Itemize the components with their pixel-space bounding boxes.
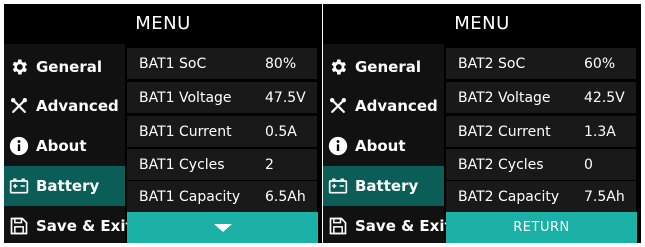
item-value: 80% xyxy=(265,55,297,72)
sidebar-item-label: Advanced xyxy=(36,97,119,115)
sidebar-item-label: Save & Exit xyxy=(355,217,452,235)
sidebar-item-label: Save & Exit xyxy=(36,217,133,235)
arrow-down-icon xyxy=(213,223,232,232)
tools-icon xyxy=(8,95,30,117)
menu-title: MENU xyxy=(135,13,191,34)
sidebar-item-advanced[interactable]: Advanced xyxy=(4,86,125,126)
sidebar-item-general[interactable]: General xyxy=(323,47,444,87)
sidebar-item-about[interactable]: About xyxy=(323,126,444,166)
sidebar-item-label: General xyxy=(36,58,102,76)
battery-icon xyxy=(8,175,30,197)
list-item[interactable]: BAT2 Cycles 0 xyxy=(446,149,636,180)
info-icon xyxy=(327,135,349,157)
item-value: 7.5Ah xyxy=(584,188,625,205)
list-item[interactable]: BAT2 SoC 60% xyxy=(446,48,636,79)
sidebar-item-label: Battery xyxy=(36,177,100,195)
sidebar-item-advanced[interactable]: Advanced xyxy=(323,86,444,126)
sidebar-item-label: About xyxy=(36,137,87,155)
tools-icon xyxy=(327,95,349,117)
item-label: BAT2 Current xyxy=(458,123,551,140)
gear-icon xyxy=(327,56,349,78)
list-item[interactable]: BAT2 Capacity 7.5Ah xyxy=(446,181,636,212)
item-value: 0.5A xyxy=(265,123,297,140)
gear-icon xyxy=(8,56,30,78)
list-item[interactable]: BAT1 Current 0.5A xyxy=(127,116,317,147)
item-label: BAT2 Voltage xyxy=(458,89,551,106)
item-value: 60% xyxy=(584,55,616,72)
list-item[interactable]: BAT1 Capacity 6.5Ah xyxy=(127,181,317,212)
battery-icon xyxy=(327,175,349,197)
item-label: BAT1 Current xyxy=(139,123,232,140)
item-value: 6.5Ah xyxy=(265,188,306,205)
sidebar-item-about[interactable]: About xyxy=(4,126,125,166)
item-label: BAT1 Cycles xyxy=(139,156,225,173)
sidebar-item-label: Battery xyxy=(355,177,419,195)
item-label: BAT2 Cycles xyxy=(458,156,544,173)
return-button[interactable]: RETURN xyxy=(446,212,637,243)
battery-menu-screen-2: MENU General Advanced About Battery Save… xyxy=(323,4,641,243)
item-value: 47.5V xyxy=(265,89,306,106)
item-value: 1.3A xyxy=(584,123,616,140)
item-label: BAT2 Capacity xyxy=(458,188,560,205)
sidebar-item-label: General xyxy=(355,58,421,76)
save-icon xyxy=(8,215,30,237)
sidebar-item-label: Advanced xyxy=(355,97,438,115)
list-item[interactable]: BAT1 Cycles 2 xyxy=(127,149,317,180)
item-value: 0 xyxy=(584,156,593,173)
info-icon xyxy=(8,135,30,157)
scroll-down-button[interactable] xyxy=(127,212,318,243)
item-value: 2 xyxy=(265,156,274,173)
list-item[interactable]: BAT2 Voltage 42.5V xyxy=(446,82,636,113)
sidebar: General Advanced About Battery Save & Ex… xyxy=(323,44,452,243)
menu-title: MENU xyxy=(454,13,510,34)
item-value: 42.5V xyxy=(584,89,625,106)
item-label: BAT2 SoC xyxy=(458,55,526,72)
save-icon xyxy=(327,215,349,237)
sidebar-item-general[interactable]: General xyxy=(4,47,125,87)
battery-menu-screen-1: MENU General Advanced About Battery Save… xyxy=(4,4,322,243)
item-label: BAT1 Voltage xyxy=(139,89,232,106)
list-item[interactable]: BAT2 Current 1.3A xyxy=(446,116,636,147)
sidebar-item-label: About xyxy=(355,137,406,155)
list-item[interactable]: BAT1 Voltage 47.5V xyxy=(127,82,317,113)
list-item[interactable]: BAT1 SoC 80% xyxy=(127,48,317,79)
sidebar-item-battery[interactable]: Battery xyxy=(4,166,125,206)
sidebar-item-battery[interactable]: Battery xyxy=(323,166,444,206)
item-label: BAT1 SoC xyxy=(139,55,207,72)
item-label: BAT1 Capacity xyxy=(139,188,241,205)
sidebar-item-save-exit[interactable]: Save & Exit xyxy=(4,206,133,243)
battery-info-list: BAT1 SoC 80% BAT1 Voltage 47.5V BAT1 Cur… xyxy=(127,44,322,243)
sidebar: General Advanced About Battery Save & Ex… xyxy=(4,44,133,243)
sidebar-item-save-exit[interactable]: Save & Exit xyxy=(323,206,452,243)
battery-info-list: BAT2 SoC 60% BAT2 Voltage 42.5V BAT2 Cur… xyxy=(446,44,641,243)
